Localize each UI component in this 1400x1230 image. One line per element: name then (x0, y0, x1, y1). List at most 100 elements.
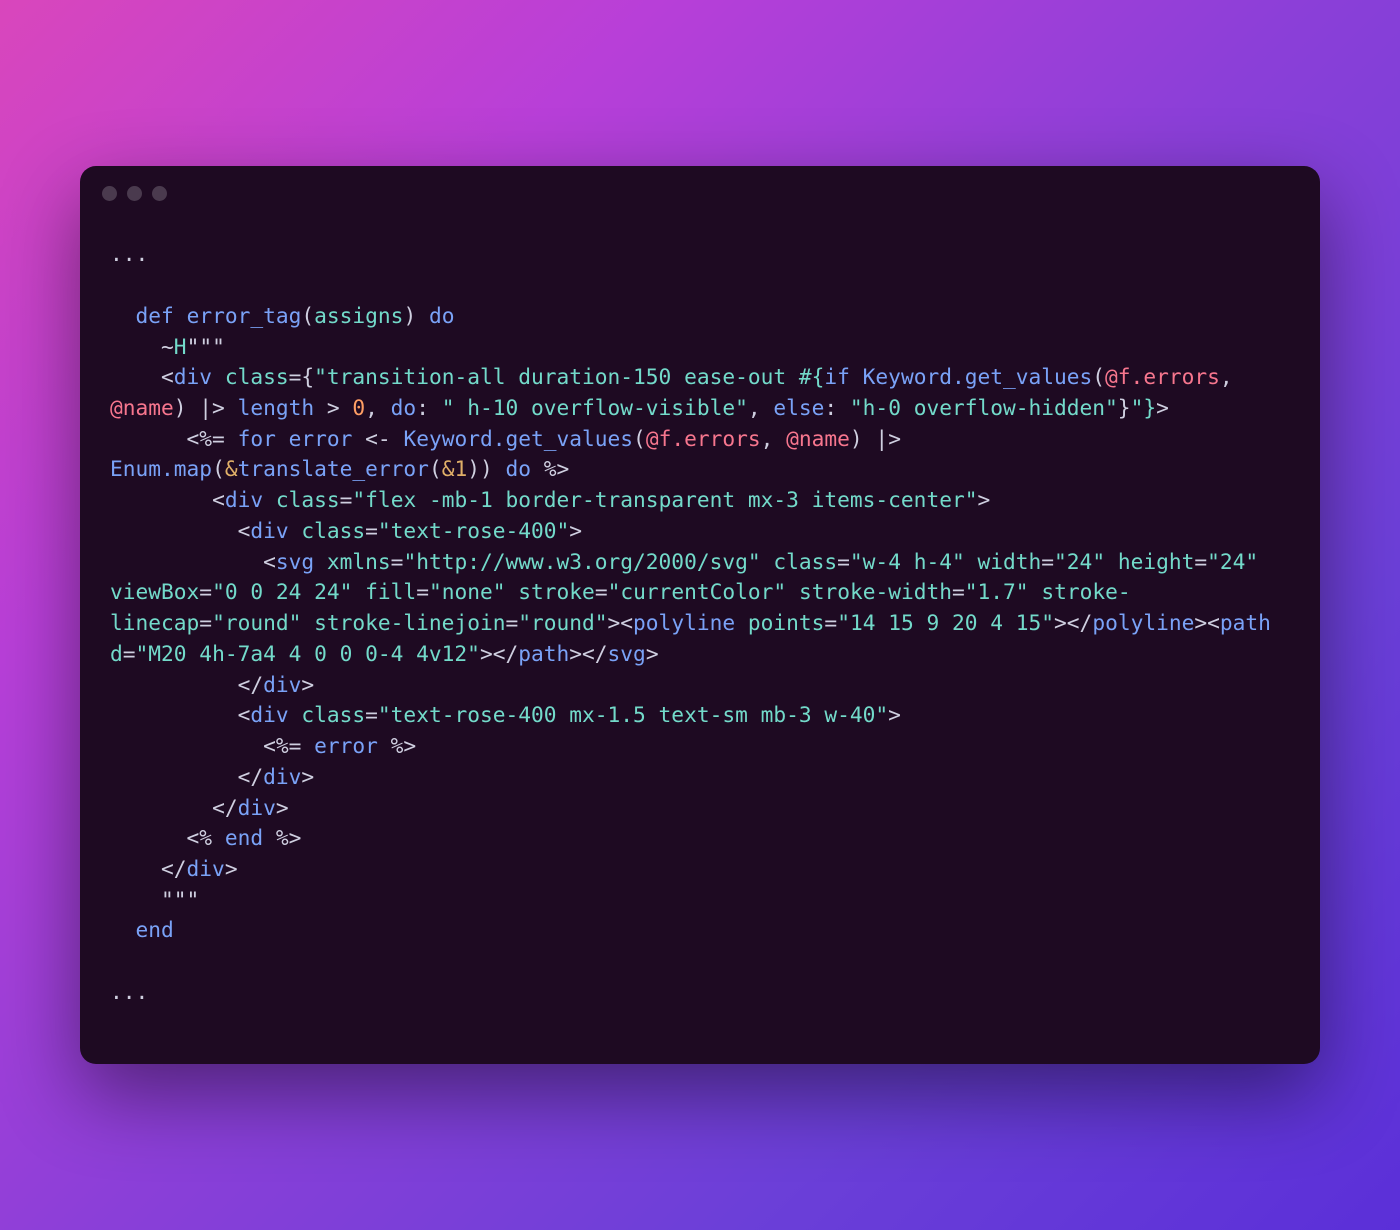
code-token: ( (429, 456, 442, 481)
code-token: height (1118, 549, 1195, 574)
code-token: ... (110, 979, 148, 1004)
code-token: "round" (518, 610, 607, 635)
code-token: &1 (442, 456, 468, 481)
code-token: </ (110, 672, 263, 697)
traffic-light-minimize[interactable] (127, 186, 142, 201)
code-token: ( (212, 456, 225, 481)
code-token: = (416, 579, 429, 604)
code-token: error (289, 426, 353, 451)
code-token: viewBox (110, 579, 199, 604)
code-token: "} (1131, 395, 1157, 420)
code-token: div (187, 856, 225, 881)
code-token (174, 303, 187, 328)
code-token (289, 518, 302, 543)
code-token: ></ (569, 641, 607, 666)
code-token: div (225, 487, 263, 512)
code-token: = (199, 610, 212, 635)
code-token (786, 579, 799, 604)
code-token (289, 702, 302, 727)
code-token: class (301, 518, 365, 543)
code-token: < (110, 549, 276, 574)
code-token: <% (110, 825, 225, 850)
code-token: stroke-linejoin (314, 610, 505, 635)
code-token: <%= (110, 733, 314, 758)
code-token (506, 579, 519, 604)
code-token: "0 0 24 24" (212, 579, 352, 604)
code-token (301, 610, 314, 635)
code-token: = (824, 610, 837, 635)
code-token (965, 549, 978, 574)
code-token: ) |> (850, 426, 914, 451)
code-token: ></ (480, 641, 518, 666)
code-token: = (505, 610, 518, 635)
code-token: = (123, 641, 136, 666)
code-token: error (314, 733, 378, 758)
code-token: } (1118, 395, 1131, 420)
code-token: class (276, 487, 340, 512)
code-token: @f.errors (1105, 364, 1220, 389)
code-token: ) (403, 303, 429, 328)
code-token: ( (1092, 364, 1105, 389)
code-token (263, 487, 276, 512)
code-token (352, 579, 365, 604)
code-token: Enum.map (110, 456, 212, 481)
code-token: >< (1194, 610, 1220, 635)
code-token (1271, 610, 1284, 635)
code-token: , (748, 395, 774, 420)
code-token: Keyword.get_values (403, 426, 633, 451)
code-token: %> (378, 733, 416, 758)
code-token: = (1194, 549, 1207, 574)
code-token: div (250, 518, 288, 543)
code-token: "currentColor" (608, 579, 787, 604)
code-token: < (110, 518, 250, 543)
code-token: assigns (314, 303, 403, 328)
code-token: polyline (633, 610, 735, 635)
code-token (850, 364, 863, 389)
code-token: length (238, 395, 315, 420)
code-token: stroke (518, 579, 595, 604)
code-token: & (225, 456, 238, 481)
code-token: ( (633, 426, 646, 451)
code-token: "M20 4h-7a4 4 0 0 0-4 4v12" (136, 641, 480, 666)
code-token: div (174, 364, 212, 389)
code-token: ></ (1054, 610, 1092, 635)
code-token: , (761, 426, 787, 451)
code-token: < (110, 702, 250, 727)
code-token: <- (352, 426, 403, 451)
code-token: = (365, 702, 378, 727)
code-token: "round" (212, 610, 301, 635)
code-token: translate_error (238, 456, 429, 481)
code-token: svg (276, 549, 314, 574)
code-token: "text-rose-400 mx-1.5 text-sm mb-3 w-40" (378, 702, 888, 727)
code-token (110, 917, 136, 942)
code-token: <%= (110, 426, 238, 451)
code-block[interactable]: ... def error_tag(assigns) do ~H""" <div… (80, 209, 1320, 1063)
code-token: @name (110, 395, 174, 420)
titlebar (80, 166, 1320, 209)
code-token: > (301, 764, 314, 789)
code-token: = (340, 487, 353, 512)
code-token: do (429, 303, 455, 328)
code-token: "transition-all duration-150 ease-out #{ (314, 364, 824, 389)
code-token: for (238, 426, 276, 451)
traffic-light-close[interactable] (102, 186, 117, 201)
code-token: > (225, 856, 238, 881)
code-token: < (110, 364, 174, 389)
code-token: "1.7" (965, 579, 1029, 604)
code-token: ~ (110, 334, 174, 359)
code-token (735, 610, 748, 635)
code-token: > (1156, 395, 1169, 420)
code-token: def (136, 303, 174, 328)
code-token: = (365, 518, 378, 543)
code-token: "http://www.w3.org/2000/svg" (403, 549, 760, 574)
code-token: "24" (1054, 549, 1105, 574)
code-token: stroke-width (799, 579, 952, 604)
code-token (1105, 549, 1118, 574)
traffic-light-zoom[interactable] (152, 186, 167, 201)
code-token: > (276, 795, 289, 820)
code-token: path (1220, 610, 1271, 635)
code-window: ... def error_tag(assigns) do ~H""" <div… (80, 166, 1320, 1063)
code-token: error_tag (187, 303, 302, 328)
code-token: width (978, 549, 1042, 574)
code-token: = (391, 549, 404, 574)
